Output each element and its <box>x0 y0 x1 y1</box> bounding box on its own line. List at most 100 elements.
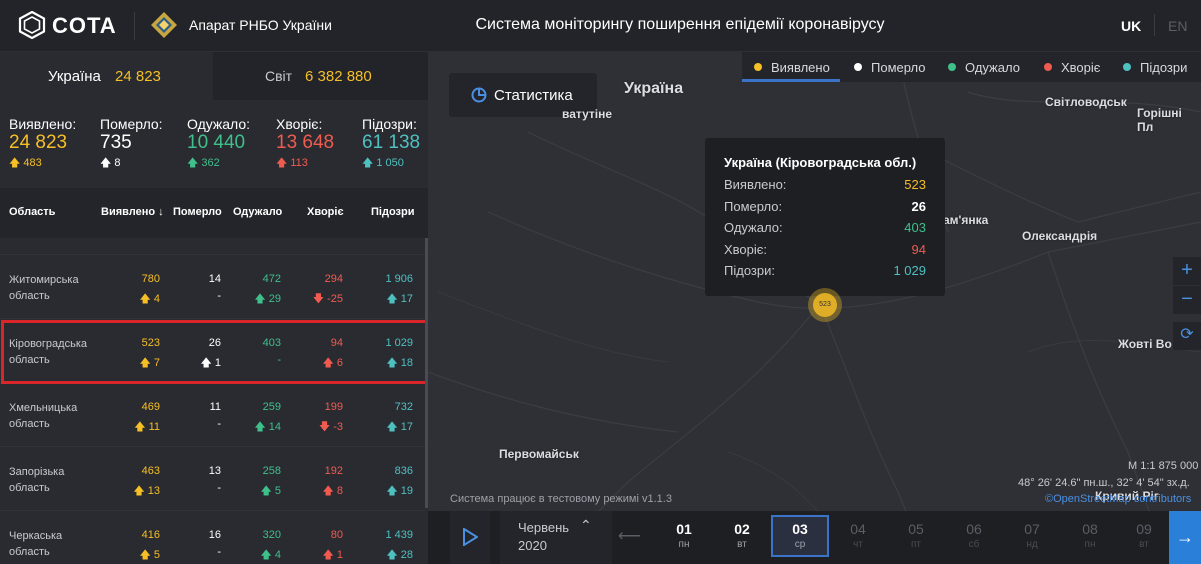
timeline-day[interactable]: 08 пн <box>1061 511 1119 564</box>
pie-chart-icon <box>471 87 487 103</box>
cell-suspected-delta: 🡅 28 <box>386 549 413 561</box>
cell-detected: 780 <box>141 273 160 285</box>
legend-sick[interactable]: Хворіє <box>1044 60 1100 75</box>
col-dead[interactable]: Померло <box>173 206 222 218</box>
tooltip-label: Підозри: <box>724 263 775 278</box>
col-sick[interactable]: Хворіє <box>307 206 344 218</box>
timeline-day[interactable]: 02 вт <box>713 511 771 564</box>
cell-dead: 11 <box>209 401 221 413</box>
cell-dead-delta: - <box>217 546 221 558</box>
table-row[interactable]: Черкаська область 416 🡅 5 16 - 320 🡅 4 80… <box>0 510 425 564</box>
zoom-in-button[interactable]: + <box>1173 257 1201 285</box>
app-logo-text[interactable]: COTA <box>52 13 117 39</box>
cell-suspected-delta: 🡅 17 <box>386 421 413 433</box>
stat-dead-delta: 🡅 8 <box>100 157 121 169</box>
stat-detected-label: Виявлено: <box>9 116 77 132</box>
tooltip-title: Україна (Кіровоградська обл.) <box>724 155 917 170</box>
play-icon <box>463 528 478 546</box>
cell-suspected-delta: 🡅 19 <box>386 485 413 497</box>
col-region[interactable]: Область <box>9 206 55 218</box>
timeline-day[interactable]: 06 сб <box>945 511 1003 564</box>
cell-dead-delta: - <box>217 290 221 302</box>
prev-day-arrow-icon[interactable]: ⟵ <box>618 526 641 546</box>
cell-detected-delta: 🡅 13 <box>133 485 160 497</box>
stat-sick-value: 13 648 <box>276 132 335 153</box>
cell-recovered: 320 <box>262 529 281 541</box>
cell-recovered: 259 <box>262 401 281 413</box>
app-header: COTA Апарат РНБО України Система монітор… <box>0 0 1201 52</box>
table-row[interactable]: Житомирська область 780 🡅 4 14 - 472 🡅 29… <box>0 254 425 318</box>
next-day-button[interactable]: → <box>1169 511 1201 564</box>
cell-suspected: 1 906 <box>385 273 413 285</box>
cell-sick-delta: 🡅 1 <box>322 549 344 561</box>
statistics-button-label: Статистика <box>494 87 573 104</box>
map-label-city: Горішні Пл <box>1137 106 1182 134</box>
timeline-day[interactable]: 07 нд <box>1003 511 1061 564</box>
tooltip-label: Хворіє: <box>724 242 768 257</box>
timeline-day[interactable]: 04 чт <box>829 511 887 564</box>
tooltip-label: Виявлено: <box>724 177 787 192</box>
zoom-out-button[interactable]: − <box>1173 286 1201 314</box>
tab-world-value: 6 382 880 <box>305 68 372 85</box>
dot-icon <box>754 63 762 71</box>
lang-divider <box>1154 14 1155 36</box>
dot-icon <box>1044 63 1052 71</box>
cell-detected: 469 <box>141 401 160 413</box>
stat-recovered-label: Одужало: <box>187 116 251 132</box>
play-button[interactable] <box>450 511 490 564</box>
timeline-day[interactable]: 09 вт <box>1119 511 1169 564</box>
stat-suspected-delta: 🡅 1 050 <box>362 157 404 169</box>
cell-sick: 80 <box>330 529 343 541</box>
col-suspected[interactable]: Підозри <box>371 206 414 218</box>
stat-sick: Хворіє: 13 648 🡅 113 <box>276 116 334 173</box>
cota-logo-icon <box>18 11 46 39</box>
tab-world-label: Світ <box>265 68 293 84</box>
legend-detected[interactable]: Виявлено <box>754 60 830 75</box>
legend-recovered[interactable]: Одужало <box>948 60 1020 75</box>
timeline-day[interactable]: 01 пн <box>655 511 713 564</box>
org-name: Апарат РНБО України <box>189 17 332 33</box>
stat-suspected-label: Підозри: <box>362 116 417 132</box>
tab-world[interactable]: Світ 6 382 880 <box>213 52 428 100</box>
timeline-day-selected[interactable]: 03 ср <box>771 511 829 564</box>
timeline-day[interactable]: 05 пт <box>887 511 945 564</box>
table-header: Область Виявлено ↓ Померло Одужало Хворі… <box>0 188 428 238</box>
cell-dead: 13 <box>208 465 221 477</box>
header-divider <box>134 12 135 40</box>
month-selector[interactable]: Червень ⌃ 2020 <box>500 511 612 564</box>
table-row[interactable]: Запорізька область 463 🡅 13 13 - 258 🡅 5 … <box>0 446 425 510</box>
lang-uk-button[interactable]: UK <box>1121 18 1141 34</box>
cell-dead-delta: - <box>217 418 221 430</box>
lang-en-button[interactable]: EN <box>1168 18 1187 34</box>
region-name: Житомирська область <box>9 274 79 302</box>
arrow-right-icon: → <box>1176 527 1194 547</box>
cell-recovered-delta: 🡅 14 <box>254 421 281 433</box>
dot-icon <box>948 63 956 71</box>
stat-dead: Померло: 735 🡅 8 <box>100 116 163 173</box>
cell-sick: 294 <box>324 273 343 285</box>
selected-row-highlight <box>1 320 428 384</box>
tooltip-value: 403 <box>904 220 926 235</box>
col-detected[interactable]: Виявлено ↓ <box>101 206 164 218</box>
table-row[interactable]: Хмельницька область 469 🡅 11 11 - 259 🡅 1… <box>0 382 425 446</box>
chevron-up-icon: ⌃ <box>580 517 592 533</box>
map-scale: М 1:1 875 000 <box>1128 460 1199 472</box>
refresh-icon[interactable]: ⟳ <box>1173 322 1201 350</box>
timeline-bar: Червень ⌃ 2020 ⟵ 01 пн 02 вт 03 ср 04 чт 05 п… <box>428 511 1201 564</box>
map-label-city: Жовті Во <box>1118 337 1172 351</box>
tooltip-value: 94 <box>911 242 926 257</box>
stat-detected: Виявлено: 24 823 🡅 483 <box>9 116 76 173</box>
osm-attribution-link[interactable]: ©OpenStreetMap contributors <box>1045 493 1191 505</box>
map-view[interactable]: Статистика Україна ватутіне Світловодськ… <box>428 52 1201 564</box>
cell-dead-delta: - <box>217 482 221 494</box>
region-marker[interactable]: 523 <box>813 293 837 317</box>
legend-suspected[interactable]: Підозри <box>1123 60 1187 75</box>
col-recovered[interactable]: Одужало <box>233 206 282 218</box>
legend-dead[interactable]: Померло <box>854 60 926 75</box>
cell-recovered: 472 <box>262 273 281 285</box>
tab-ukraine[interactable]: Україна 24 823 <box>0 52 213 100</box>
stat-detected-delta: 🡅 483 <box>9 157 42 169</box>
map-label-city: ам'янка <box>943 213 989 227</box>
legend-active-indicator <box>742 79 840 82</box>
map-label-city: ватутіне <box>562 107 613 121</box>
